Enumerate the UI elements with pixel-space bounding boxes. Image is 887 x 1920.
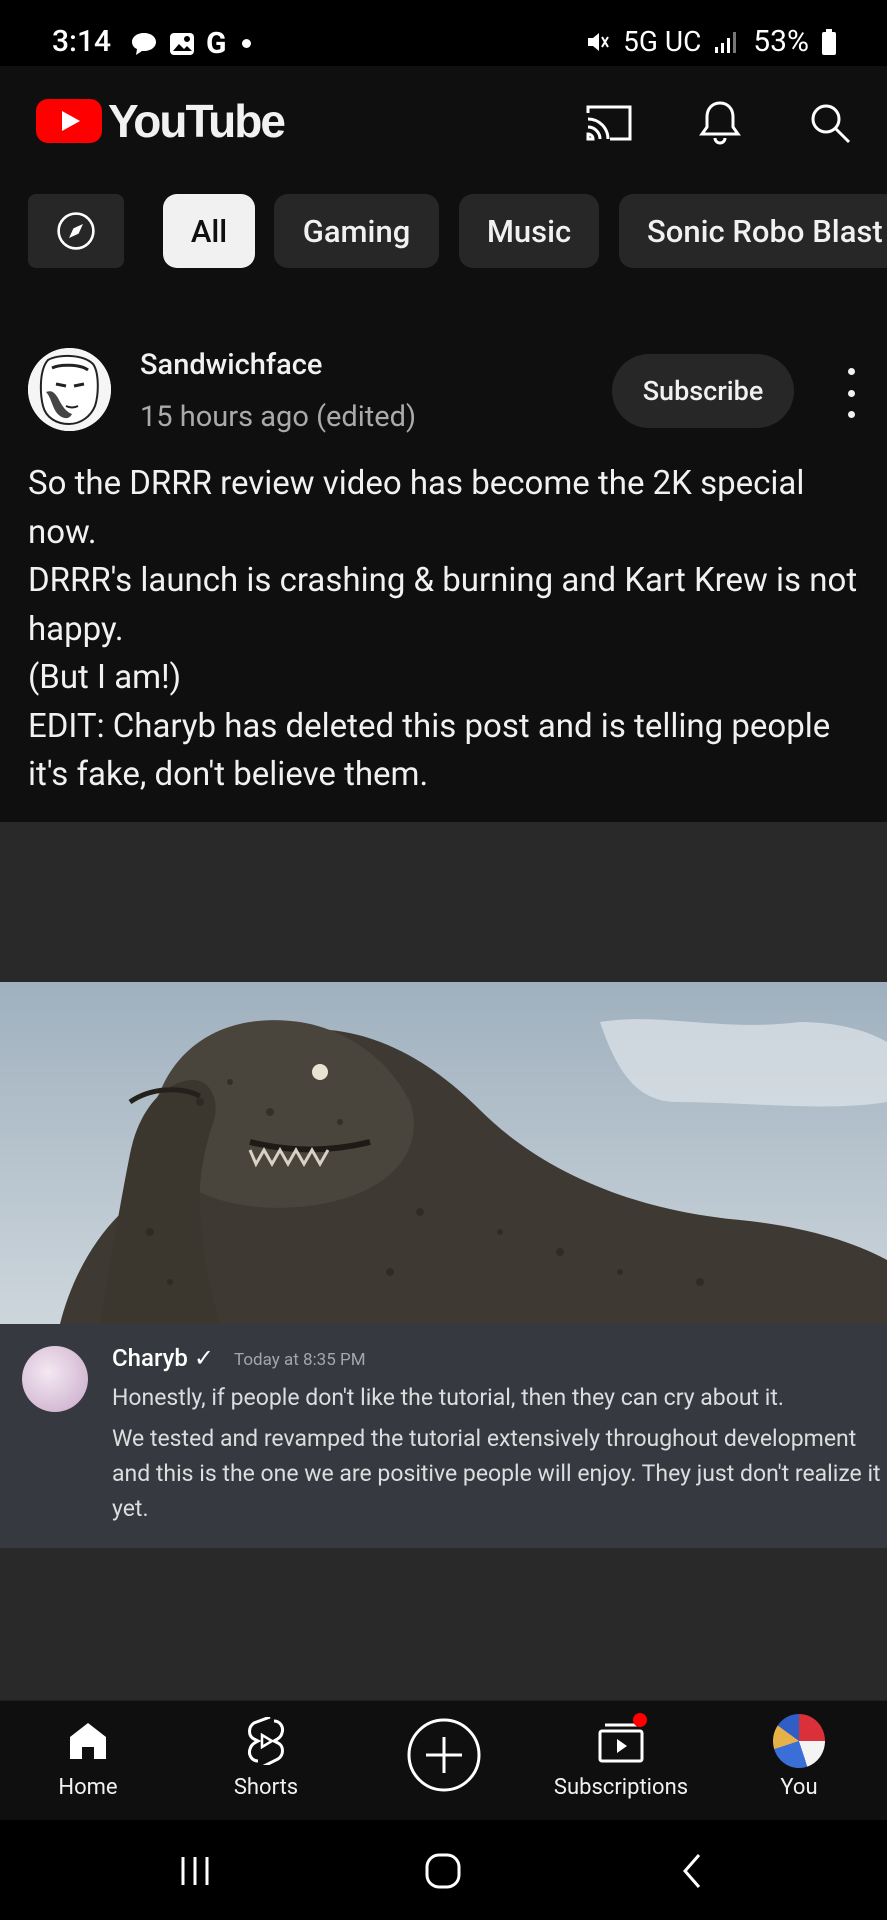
chip-sonic-robo-blast[interactable]: Sonic Robo Blast [619, 194, 887, 268]
search-icon [811, 104, 851, 144]
nav-create[interactable] [369, 1717, 519, 1817]
discord-line: We tested and revamped the tutorial exte… [112, 1425, 881, 1522]
bottom-navigation: Home Shorts Subscriptions You [0, 1700, 887, 1820]
discord-line: Honestly, if people don't like the tutor… [112, 1384, 784, 1411]
manga-face-avatar-icon [28, 348, 111, 431]
youtube-play-icon [36, 99, 102, 143]
notification-icons: G [130, 26, 252, 61]
more-notifications-dot [242, 39, 252, 48]
kebab-dot [847, 389, 855, 397]
post-image[interactable]: Charyb ✓ Today at 8:35 PM Honestly, if p… [0, 822, 887, 1700]
shorts-icon [240, 1715, 292, 1767]
kebab-dot [847, 411, 855, 418]
recent-apps-icon [181, 1857, 209, 1885]
battery-percent: 53% [753, 24, 809, 59]
nav-you[interactable]: You [724, 1714, 874, 1815]
home-system-button[interactable] [413, 1848, 473, 1894]
post-body: So the DRRR review video has become the … [28, 460, 868, 800]
category-chips: All Gaming Music Sonic Robo Blast [0, 194, 887, 270]
status-bar: 3:14 G 5G UC 53% [0, 0, 887, 66]
new-content-dot [633, 1713, 647, 1727]
chip-explore[interactable] [28, 194, 124, 268]
google-icon: G [206, 26, 227, 61]
subscribe-button[interactable]: Subscribe [612, 354, 794, 428]
nav-home[interactable]: Home [13, 1715, 163, 1815]
chat-bubble-icon [132, 32, 156, 55]
post-line: So the DRRR review video has become the … [28, 464, 805, 552]
cast-button[interactable] [582, 96, 636, 150]
network-label: 5G UC [623, 25, 702, 58]
discord-username: Charyb ✓ [112, 1344, 214, 1372]
mute-icon [588, 32, 610, 51]
nav-subscriptions-label: Subscriptions [553, 1775, 689, 1800]
create-plus-icon [406, 1717, 482, 1793]
post-author[interactable]: Sandwichface [140, 348, 322, 382]
post-line: EDIT: Charyb has deleted this post and i… [28, 706, 831, 795]
bell-icon [699, 101, 741, 145]
search-button[interactable] [803, 96, 857, 150]
recent-apps-button[interactable] [165, 1848, 225, 1894]
discord-message-screenshot: Charyb ✓ Today at 8:35 PM Honestly, if p… [0, 1324, 887, 1548]
post-line: (But I am!) [28, 658, 182, 697]
nav-shorts[interactable]: Shorts [191, 1715, 341, 1815]
chip-music[interactable]: Music [459, 194, 599, 268]
chip-all[interactable]: All [163, 194, 255, 268]
nav-shorts-label: Shorts [233, 1775, 299, 1800]
author-avatar[interactable] [28, 348, 111, 431]
discord-message-text: Honestly, if people don't like the tutor… [112, 1380, 882, 1526]
discord-avatar [22, 1346, 88, 1412]
status-time: 3:14 [52, 24, 112, 59]
discord-timestamp: Today at 8:35 PM [234, 1350, 366, 1370]
post-line: DRRR's launch is crashing & burning and … [28, 561, 858, 649]
youtube-logo[interactable]: YouTube [36, 94, 286, 148]
system-navigation [0, 1820, 887, 1920]
notifications-button[interactable] [693, 96, 747, 150]
compass-icon [57, 212, 95, 250]
post-time: 15 hours ago (edited) [140, 400, 417, 434]
home-icon [62, 1715, 114, 1767]
more-options-button[interactable] [836, 368, 866, 418]
app-bar: YouTube [0, 66, 887, 178]
battery-icon [822, 28, 836, 55]
back-chevron-icon [683, 1854, 701, 1888]
kebab-dot [847, 368, 855, 375]
signal-icon [715, 31, 737, 53]
chip-gaming[interactable]: Gaming [274, 194, 439, 268]
godzilla-facepalm-photo [0, 982, 887, 1324]
profile-avatar [773, 1714, 825, 1768]
logo-text: YouTube [108, 95, 286, 147]
nav-home-label: Home [58, 1775, 118, 1800]
nav-you-label: You [780, 1775, 818, 1800]
status-right: 5G UC 53% [585, 24, 837, 59]
subscriptions-icon [595, 1713, 647, 1767]
home-circle-icon [425, 1853, 461, 1889]
nav-subscriptions[interactable]: Subscriptions [546, 1713, 696, 1815]
gallery-icon [170, 32, 194, 55]
cast-icon [586, 105, 632, 141]
back-button[interactable] [662, 1848, 722, 1894]
godzilla-image [0, 982, 887, 1324]
